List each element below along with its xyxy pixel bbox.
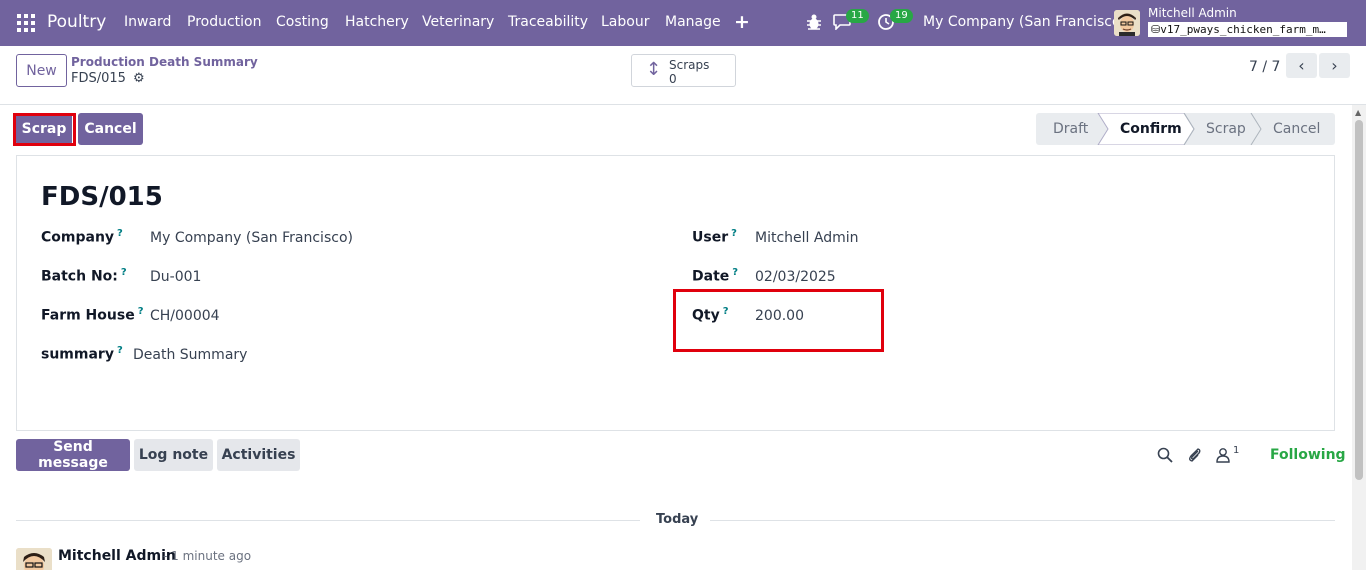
search-icon[interactable] [1157,447,1173,463]
company-value[interactable]: My Company (San Francisco) [150,230,353,246]
record-title: FDS/015 [41,182,163,212]
plus-icon[interactable]: + [734,11,750,33]
activity-count-badge: 19 [890,9,913,23]
cancel-button[interactable]: Cancel [78,113,143,145]
highlight-scrap-button [13,113,76,146]
company-switcher[interactable]: My Company (San Francisco) [923,14,1126,30]
gear-icon[interactable]: ⚙ [133,71,145,86]
database-icon: ⛁ [1151,23,1161,36]
menu-traceability[interactable]: Traceability [508,14,588,30]
message-author-avatar[interactable] [16,548,52,570]
help-tooltip-icon[interactable]: ? [731,228,737,239]
help-tooltip-icon[interactable]: ? [732,267,738,278]
top-navbar: Poultry Inward Production Costing Hatche… [0,0,1366,46]
summary-label: summary? [41,345,123,363]
menu-costing[interactable]: Costing [276,14,329,30]
user-name[interactable]: Mitchell Admin [1148,6,1237,20]
farm-house-label: Farm House? [41,306,144,324]
status-bar: Draft Confirm Scrap Cancel [1036,113,1335,145]
date-separator-today: Today [656,512,699,527]
menu-hatchery[interactable]: Hatchery [345,14,409,30]
control-panel: New Production Death Summary FDS/015 ⚙ ↕… [0,46,1366,105]
vertical-arrows-icon: ↕ [646,59,662,80]
app-brand[interactable]: Poultry [47,12,106,32]
new-button[interactable]: New [16,54,67,87]
database-label: v17_pways_chicken_farm_m… [1160,23,1326,36]
smart-button-value: 0 [669,72,677,86]
send-message-button[interactable]: Send message [16,439,130,471]
farm-house-value[interactable]: CH/00004 [150,308,220,324]
followers-user-icon[interactable] [1215,447,1231,463]
vertical-scrollbar[interactable]: ▲ [1352,105,1366,570]
activities-button[interactable]: Activities [217,439,300,471]
pager-next-button[interactable]: › [1319,53,1350,78]
breadcrumb-parent[interactable]: Production Death Summary [71,55,258,69]
stage-confirm[interactable]: Confirm [1120,113,1182,145]
divider-right [710,520,1335,521]
help-tooltip-icon[interactable]: ? [117,228,123,239]
help-tooltip-icon[interactable]: ? [121,267,127,278]
date-value[interactable]: 02/03/2025 [755,269,836,285]
stage-scrap[interactable]: Scrap [1206,113,1246,145]
following-toggle[interactable]: Following [1270,447,1346,463]
user-label: User? [692,228,737,246]
user-avatar[interactable] [1114,10,1140,36]
stage-cancel[interactable]: Cancel [1273,113,1320,145]
bug-icon[interactable] [806,13,822,31]
menu-veterinary[interactable]: Veterinary [422,14,494,30]
chevron-left-icon: ‹ [1298,56,1305,75]
chevron-right-icon: › [1331,56,1338,75]
message-time: - 1 minute ago [163,549,252,563]
help-tooltip-icon[interactable]: ? [138,306,144,317]
date-label: Date? [692,267,739,285]
followers-count: 1 [1233,445,1240,456]
message-author[interactable]: Mitchell Admin [58,548,176,564]
breadcrumb-current: FDS/015 [71,71,126,86]
highlight-qty-field [673,289,884,352]
scraps-smart-button[interactable]: ↕ Scraps 0 [631,54,736,87]
company-label: Company? [41,228,123,246]
scrollbar-thumb[interactable] [1355,120,1363,480]
user-value[interactable]: Mitchell Admin [755,230,859,246]
pager-counter[interactable]: 7 / 7 [1249,59,1280,75]
menu-labour[interactable]: Labour [601,14,649,30]
database-name: ⛁v17_pways_chicken_farm_m… [1148,22,1347,37]
menu-inward[interactable]: Inward [124,14,171,30]
smart-button-label: Scraps [669,58,710,72]
batch-value[interactable]: Du-001 [150,269,201,285]
menu-manage[interactable]: Manage [665,14,721,30]
pager-previous-button[interactable]: ‹ [1286,53,1317,78]
summary-value[interactable]: Death Summary [133,347,247,363]
apps-menu-icon[interactable] [17,14,35,32]
menu-production[interactable]: Production [187,14,261,30]
chat-count-badge: 11 [846,9,869,23]
stage-draft[interactable]: Draft [1053,113,1088,145]
divider-left [16,520,640,521]
scroll-up-icon[interactable]: ▲ [1355,108,1361,117]
help-tooltip-icon[interactable]: ? [117,345,123,356]
batch-label: Batch No:? [41,267,127,285]
paperclip-icon[interactable] [1187,447,1203,463]
log-note-button[interactable]: Log note [134,439,213,471]
